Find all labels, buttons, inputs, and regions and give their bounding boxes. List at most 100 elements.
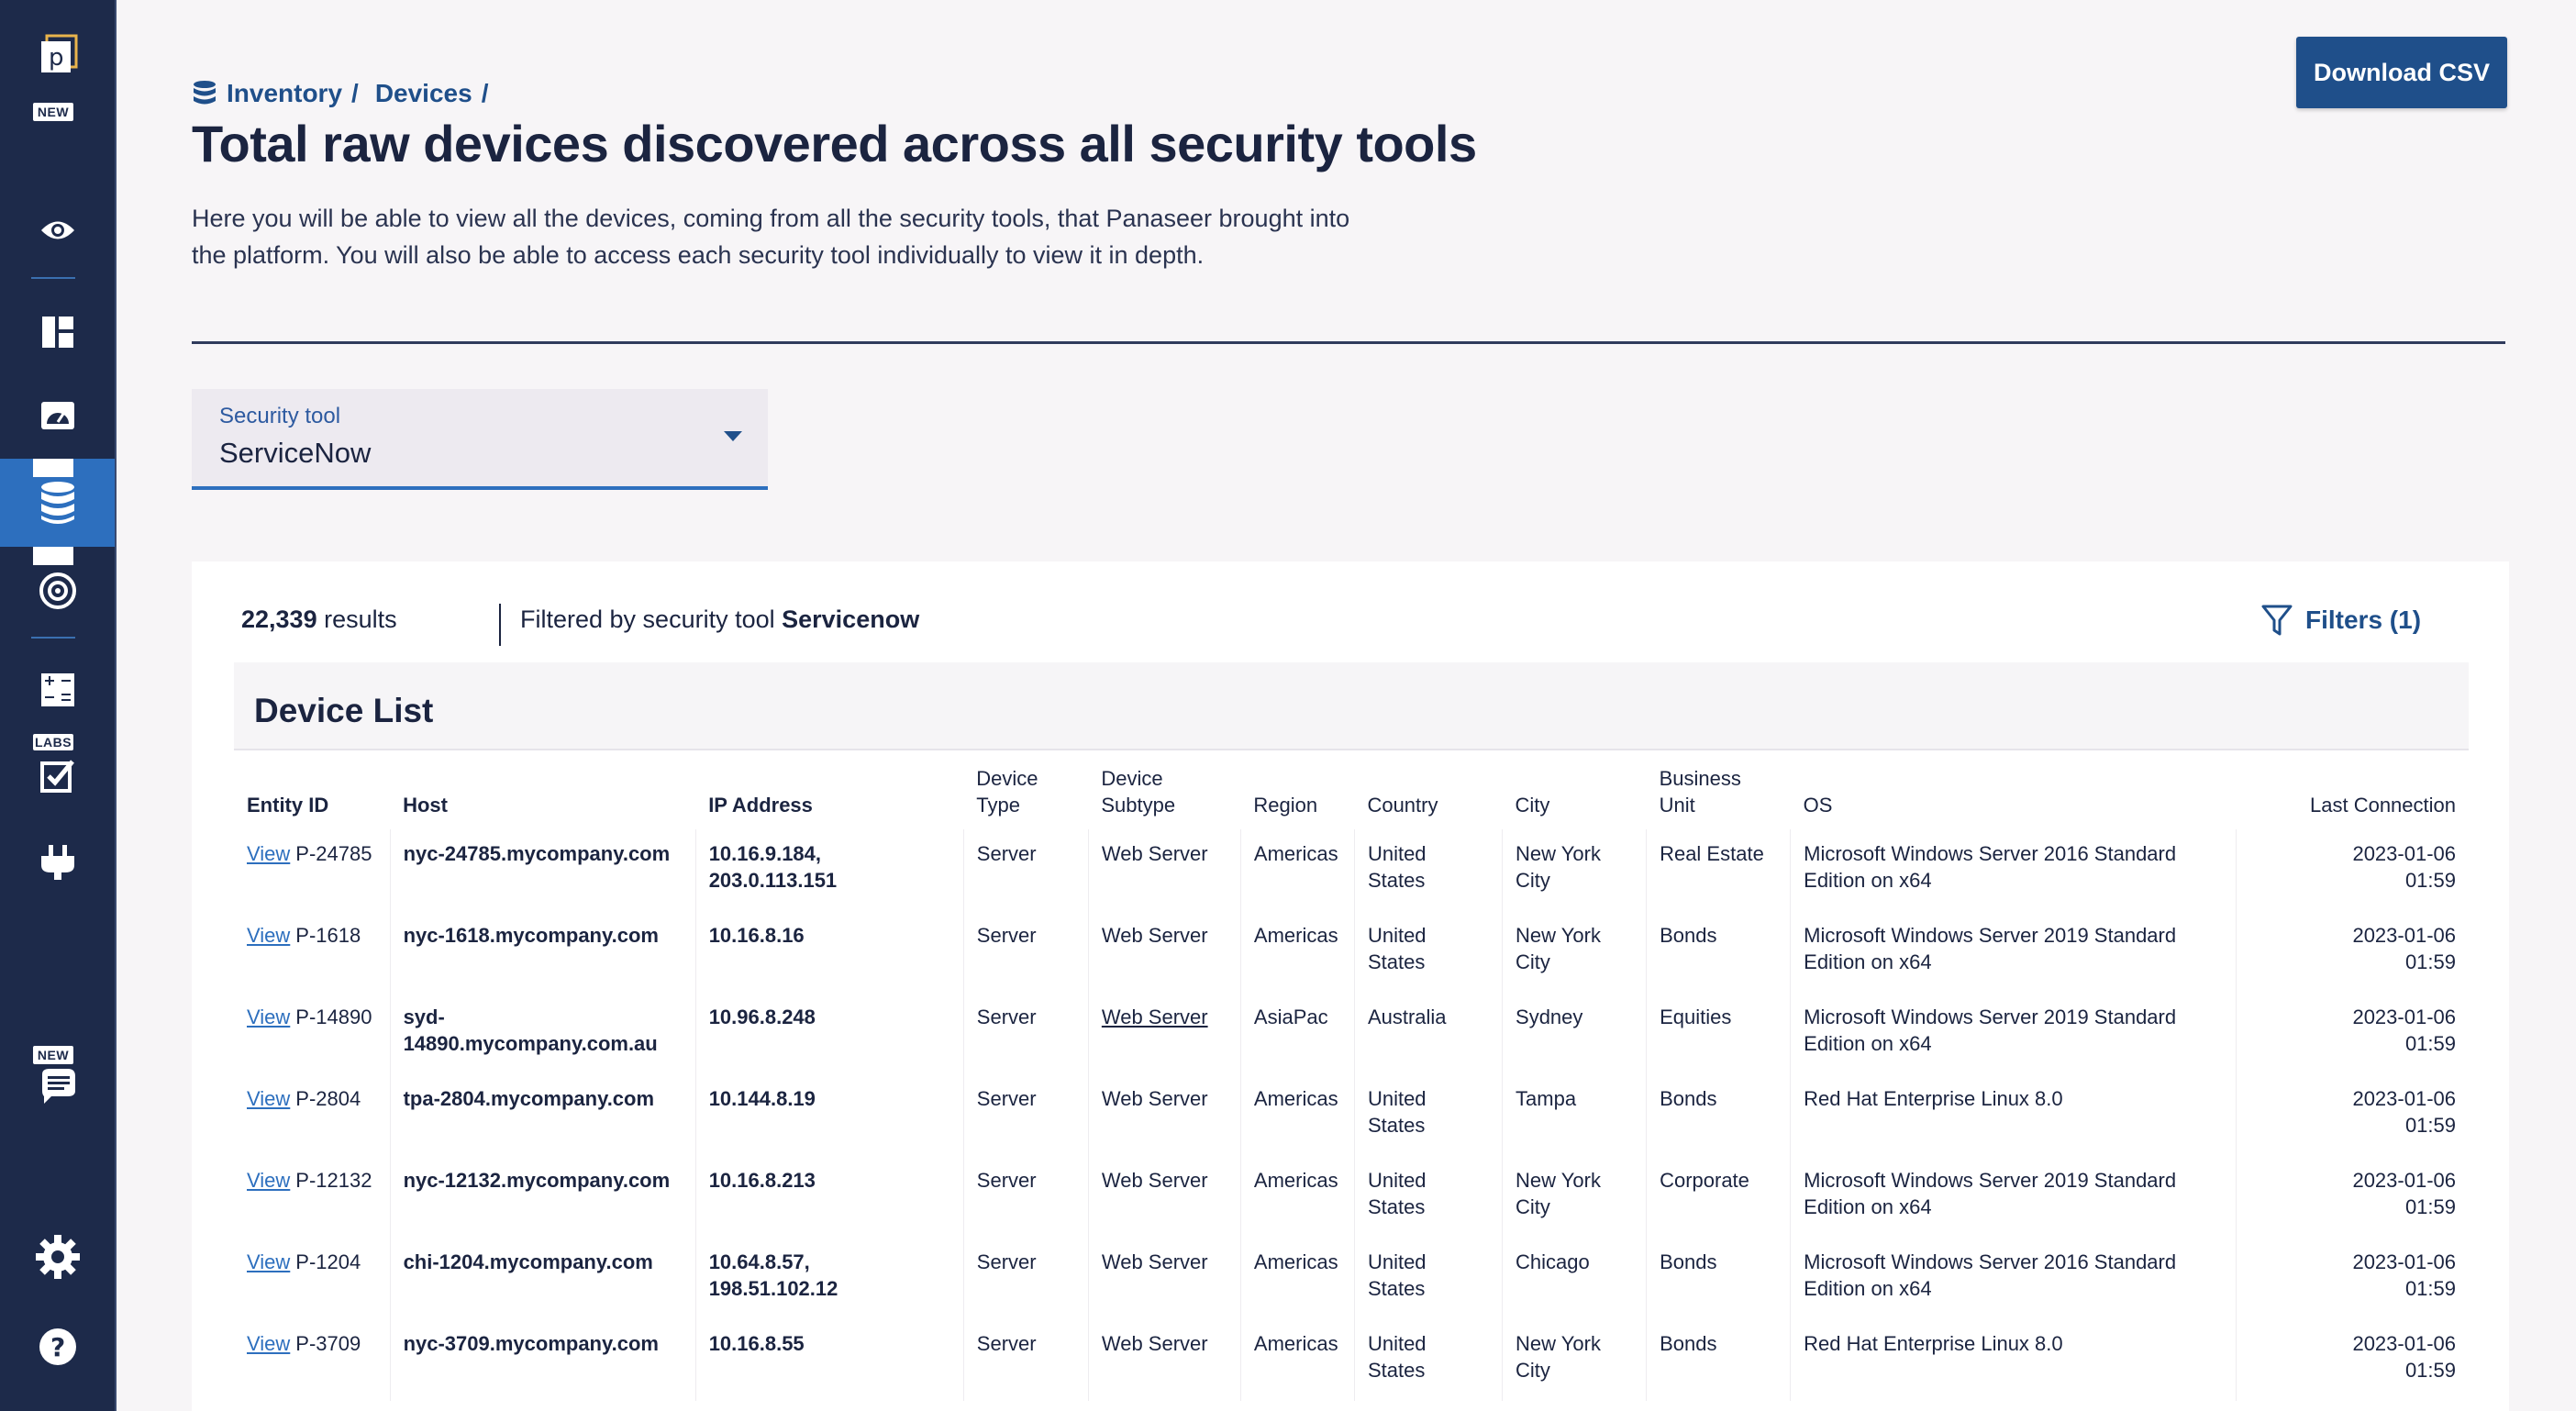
breadcrumb-separator: / bbox=[351, 79, 359, 107]
sidebar-item-metrics[interactable] bbox=[0, 379, 115, 452]
col-ip-address[interactable]: IP Address bbox=[695, 758, 963, 829]
cell-last-connection: 2023-01-06 01:59 bbox=[2352, 1250, 2456, 1300]
cell-business-unit: Bonds bbox=[1646, 1238, 1792, 1319]
view-link[interactable]: View bbox=[247, 924, 290, 947]
sidebar-item-labs[interactable] bbox=[0, 738, 115, 811]
cell-region: Americas bbox=[1240, 1319, 1355, 1401]
col-country[interactable]: Country bbox=[1354, 758, 1502, 829]
cell-ip: 10.16.8.55 bbox=[695, 1319, 964, 1401]
sidebar-item-integrations[interactable] bbox=[0, 826, 115, 899]
security-tool-select[interactable]: Security tool ServiceNow bbox=[192, 389, 768, 490]
plug-icon bbox=[40, 845, 74, 880]
breadcrumb-separator: / bbox=[481, 79, 489, 107]
filter-value: Servicenow bbox=[782, 606, 920, 633]
sidebar-item-dashboards[interactable] bbox=[0, 295, 115, 369]
cell-entity-id: View P-24785 bbox=[234, 829, 391, 911]
subtype-link[interactable]: Web Server bbox=[1102, 1005, 1208, 1028]
view-link[interactable]: View bbox=[247, 842, 290, 865]
sidebar-item-help[interactable]: ? bbox=[0, 1310, 115, 1383]
results-count: 22,339 results bbox=[241, 606, 397, 634]
sidebar-item-feedback[interactable] bbox=[0, 1050, 115, 1123]
sidebar-item-calculator[interactable] bbox=[0, 653, 115, 727]
view-link[interactable]: View bbox=[247, 1332, 290, 1355]
col-city[interactable]: City bbox=[1503, 758, 1647, 829]
filter-icon bbox=[2261, 605, 2293, 636]
results-card: 22,339 results Filtered by security tool… bbox=[192, 561, 2509, 1411]
cell-type: Server bbox=[963, 1156, 1089, 1238]
cell-entity-id: View P-3709 bbox=[234, 1319, 391, 1401]
view-link[interactable]: View bbox=[247, 1250, 290, 1273]
col-last-connection[interactable]: Last Connection bbox=[2237, 758, 2469, 829]
col-os[interactable]: OS bbox=[1791, 758, 2237, 829]
cell-country: United States bbox=[1354, 1074, 1504, 1156]
sidebar-divider bbox=[31, 277, 75, 279]
cell-host: nyc-12132.mycompany.com bbox=[390, 1156, 696, 1238]
sidebar-item-visibility[interactable] bbox=[0, 194, 115, 267]
cell-region: Americas bbox=[1240, 911, 1355, 993]
cell-last-connection: 2023-01-06 01:59 bbox=[2352, 842, 2456, 892]
gauge-icon bbox=[40, 402, 74, 429]
col-region[interactable]: Region bbox=[1240, 758, 1354, 829]
col-device-subtype[interactable]: Device Subtype bbox=[1088, 758, 1240, 829]
cell-subtype: Web Server bbox=[1088, 911, 1241, 993]
cell-type: Server bbox=[963, 829, 1089, 911]
cell-subtype: Web Server bbox=[1088, 993, 1241, 1074]
cell-city: New York City bbox=[1502, 1156, 1648, 1238]
app-logo[interactable]: p bbox=[0, 18, 115, 92]
table-row: View P-1618 nyc-1618.mycompany.com 10.16.… bbox=[234, 911, 2469, 993]
cell-os: Red Hat Enterprise Linux 8.0 bbox=[1790, 1074, 2237, 1156]
cell-subtype: Web Server bbox=[1088, 829, 1241, 911]
cell-business-unit: Equities bbox=[1646, 993, 1792, 1074]
cell-country: Australia bbox=[1354, 993, 1504, 1074]
results-bar: 22,339 results Filtered by security tool… bbox=[192, 561, 2509, 662]
col-business-unit[interactable]: Business Unit bbox=[1647, 758, 1791, 829]
download-csv-button[interactable]: Download CSV bbox=[2296, 37, 2507, 108]
cell-os: Microsoft Windows Server 2019 Standard Ed… bbox=[1790, 993, 2237, 1074]
database-icon bbox=[40, 482, 74, 524]
cell-host: nyc-3709.mycompany.com bbox=[390, 1319, 696, 1401]
view-link[interactable]: View bbox=[247, 1169, 290, 1192]
cell-city: New York City bbox=[1502, 1319, 1648, 1401]
table-row: View P-12132 nyc-12132.mycompany.com 10.1… bbox=[234, 1156, 2469, 1238]
view-link[interactable]: View bbox=[247, 1005, 290, 1028]
page-description: Here you will be able to view all the de… bbox=[192, 205, 1350, 269]
cell-country: United States bbox=[1354, 1238, 1504, 1319]
breadcrumb-inventory[interactable]: Inventory bbox=[227, 79, 342, 108]
cell-ip: 10.16.8.16 bbox=[695, 911, 964, 993]
table-row: View P-3709 nyc-3709.mycompany.com 10.16.… bbox=[234, 1319, 2469, 1401]
device-table: Entity ID Host IP Address Device Type Dev… bbox=[234, 758, 2469, 1401]
cell-ip: 10.64.8.57, 198.51.102.12 bbox=[695, 1238, 964, 1319]
cell-subtype: Web Server bbox=[1088, 1319, 1241, 1401]
cell-ip: 10.144.8.19 bbox=[695, 1074, 964, 1156]
col-device-type[interactable]: Device Type bbox=[963, 758, 1088, 829]
cell-host: syd- 14890.mycompany.com.au bbox=[390, 993, 696, 1074]
cell-ip: 10.16.9.184, 203.0.113.151 bbox=[695, 829, 964, 911]
eye-icon bbox=[40, 221, 74, 239]
results-filter-summary: Filtered by security tool Servicenow bbox=[520, 606, 919, 634]
target-icon bbox=[39, 572, 76, 609]
breadcrumb: Inventory / Devices / bbox=[192, 75, 495, 112]
select-label: Security tool bbox=[219, 404, 341, 428]
cell-country: United States bbox=[1354, 1156, 1504, 1238]
sidebar-item-settings[interactable] bbox=[0, 1220, 115, 1294]
dashboard-icon bbox=[41, 317, 73, 348]
caret-down-icon bbox=[724, 431, 742, 441]
cell-last-connection: 2023-01-06 01:59 bbox=[2352, 1087, 2456, 1137]
new-badge: NEW bbox=[33, 103, 73, 121]
cell-entity-id: View P-1204 bbox=[234, 1238, 391, 1319]
cell-region: Americas bbox=[1240, 829, 1355, 911]
cell-os: Microsoft Windows Server 2019 Standard Ed… bbox=[1790, 911, 2237, 993]
view-link[interactable]: View bbox=[247, 1087, 290, 1110]
cell-last-connection: 2023-01-06 01:59 bbox=[2352, 1005, 2456, 1055]
col-host[interactable]: Host bbox=[390, 758, 695, 829]
cell-business-unit: Bonds bbox=[1646, 911, 1792, 993]
filters-button[interactable]: Filters (1) bbox=[2261, 602, 2421, 639]
cell-type: Server bbox=[963, 993, 1089, 1074]
col-entity-id[interactable]: Entity ID bbox=[234, 758, 390, 829]
cell-region: Americas bbox=[1240, 1238, 1355, 1319]
sidebar-item-targets[interactable] bbox=[0, 554, 115, 628]
svg-text:p: p bbox=[49, 44, 64, 72]
cell-city: New York City bbox=[1502, 911, 1648, 993]
breadcrumb-devices[interactable]: Devices bbox=[375, 79, 472, 108]
table-row: View P-14890 syd- 14890.mycompany.com.au 1… bbox=[234, 993, 2469, 1074]
